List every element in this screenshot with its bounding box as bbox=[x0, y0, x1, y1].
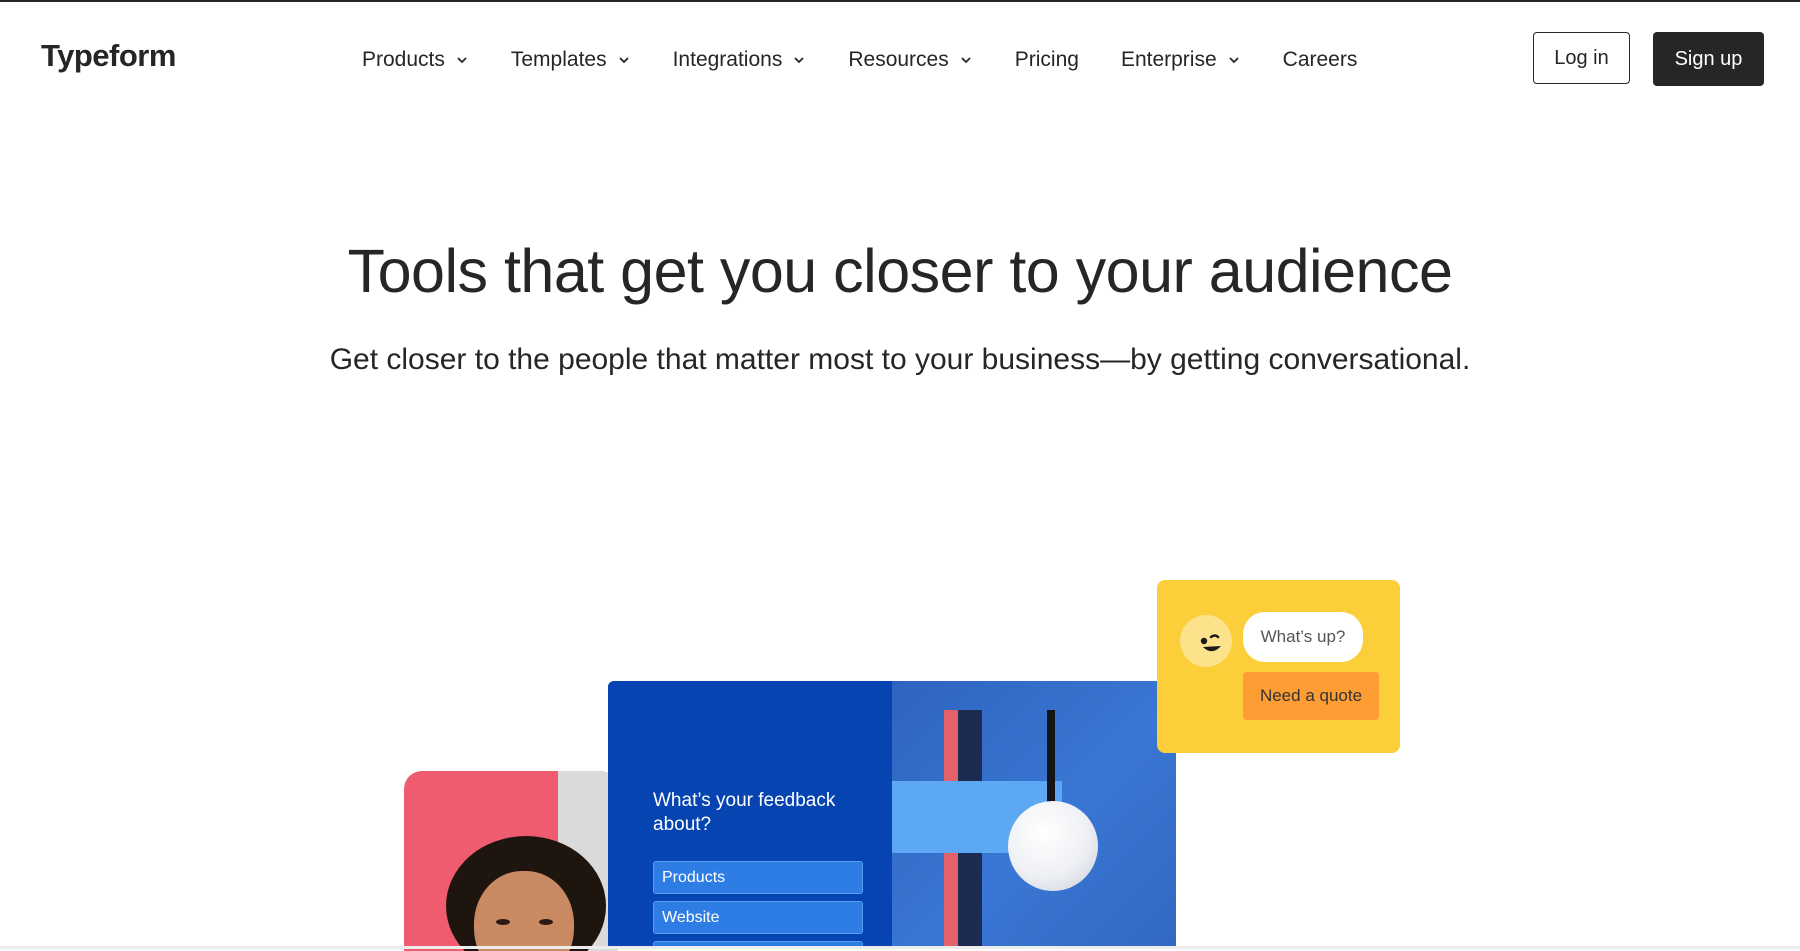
nav-item-resources[interactable]: Resources bbox=[848, 48, 972, 72]
nav-item-integrations[interactable]: Integrations bbox=[673, 48, 807, 72]
form-question: What’s your feedback about? bbox=[653, 790, 836, 835]
smiley-face-icon bbox=[1180, 615, 1232, 667]
chevron-down-icon bbox=[1227, 53, 1241, 67]
chevron-down-icon bbox=[792, 53, 806, 67]
nav-item-label: Enterprise bbox=[1120, 48, 1217, 71]
nav-item-label: Careers bbox=[1282, 48, 1358, 71]
nav-item-label: Pricing bbox=[1014, 48, 1079, 71]
chat-bubble: What’s up? bbox=[1243, 612, 1363, 662]
nav-item-label: Products bbox=[362, 48, 445, 71]
person-photo-card bbox=[404, 771, 618, 951]
main-nav: Products Templates Integrations Resource… bbox=[362, 45, 1399, 75]
top-border bbox=[0, 0, 1800, 2]
nav-item-careers[interactable]: Careers bbox=[1283, 48, 1358, 72]
nav-item-label: Templates bbox=[510, 48, 607, 71]
hero-subtitle: Get closer to the people that matter mos… bbox=[329, 343, 1471, 376]
form-option-products[interactable]: Products bbox=[653, 861, 863, 894]
form-panel: What’s your feedback about? Products Web… bbox=[608, 681, 892, 949]
nav-item-label: Resources bbox=[848, 48, 949, 71]
need-a-quote-button[interactable]: Need a quote bbox=[1243, 672, 1379, 720]
hero-title: Tools that get you closer to your audien… bbox=[347, 237, 1453, 305]
form-artwork bbox=[892, 681, 1176, 949]
feedback-form-card: What’s your feedback about? Products Web… bbox=[608, 681, 1176, 949]
nav-item-products[interactable]: Products bbox=[362, 48, 469, 72]
form-option-website[interactable]: Website bbox=[653, 901, 863, 934]
chevron-down-icon bbox=[617, 53, 631, 67]
lamp-globe bbox=[1008, 801, 1098, 891]
chevron-down-icon bbox=[455, 53, 469, 67]
typeform-logo[interactable]: Typeform bbox=[41, 38, 176, 74]
login-button[interactable]: Log in bbox=[1533, 32, 1630, 84]
chat-widget-card: What’s up? Need a quote bbox=[1157, 580, 1400, 753]
chevron-down-icon bbox=[959, 53, 973, 67]
nav-item-pricing[interactable]: Pricing bbox=[1015, 48, 1079, 72]
signup-button[interactable]: Sign up bbox=[1653, 32, 1764, 86]
nav-item-label: Integrations bbox=[672, 48, 783, 71]
nav-item-templates[interactable]: Templates bbox=[511, 48, 631, 72]
nav-item-enterprise[interactable]: Enterprise bbox=[1121, 48, 1241, 72]
